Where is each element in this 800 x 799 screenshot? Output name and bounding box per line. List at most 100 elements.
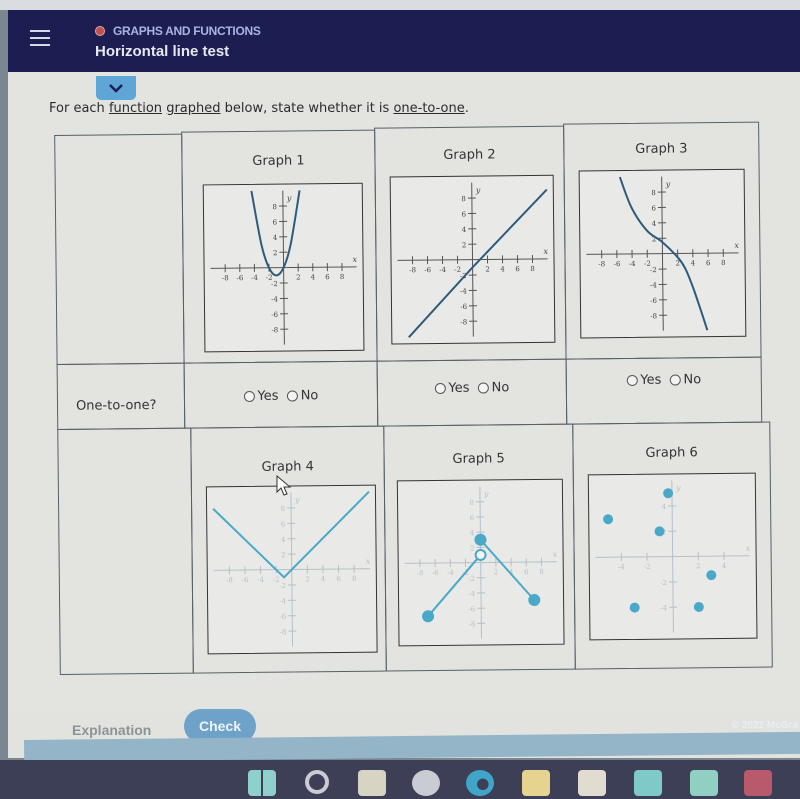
radio-icon <box>477 382 489 394</box>
graph-1-no-radio[interactable]: No <box>286 388 318 403</box>
closed-endpoint <box>474 533 487 546</box>
y-tick-label: -2 <box>279 582 286 590</box>
data-point <box>629 602 640 613</box>
graph-2: -8 -6 -4 -2 2 4 6 8 -8 -6 -4 -2 2 4 6 8 x y <box>389 174 556 345</box>
x-tick-label: 8 <box>539 568 544 576</box>
x-tick-label: 8 <box>721 259 726 267</box>
topic-text: GRAPHS AND FUNCTIONS <box>113 24 261 38</box>
y-tick-label: 8 <box>651 189 656 197</box>
graphed-link[interactable]: graphed <box>166 101 220 116</box>
windows-start-icon[interactable] <box>248 770 276 796</box>
answer-options-3: Yes No <box>567 372 761 391</box>
edge-browser-icon[interactable] <box>466 770 494 796</box>
x-tick-label: 4 <box>691 259 696 267</box>
row-label-cell: One-to-one? <box>56 362 186 430</box>
y-axis-label: y <box>294 495 300 504</box>
x-tick-label: 4 <box>500 265 505 273</box>
x-tick-label: 2 <box>494 568 499 576</box>
row-header-empty-2 <box>57 427 194 675</box>
graph-1-plot: -8 -6 -4 -2 2 4 6 8-8-6-4-22468xy <box>210 190 358 345</box>
x-tick-label: -8 <box>222 274 229 282</box>
graph-2-yes-radio[interactable]: Yes <box>434 381 470 396</box>
y-tick-label: -2 <box>650 266 657 274</box>
x-tick-label: -8 <box>226 576 233 584</box>
open-endpoint <box>474 548 487 561</box>
x-tick-label: -2 <box>644 563 651 571</box>
mail-icon[interactable] <box>634 770 662 796</box>
collapse-button[interactable] <box>96 76 136 100</box>
graph-2-plot: -8 -6 -4 -2 2 4 6 8-8-6-4-22468xy <box>397 182 548 338</box>
launcher-l-icon[interactable] <box>690 770 718 796</box>
y-axis-label: y <box>665 180 671 189</box>
x-tick-label: 8 <box>530 265 535 273</box>
graph-3-no-radio[interactable]: No <box>669 372 701 387</box>
graph-6: -4-224-4-224xy <box>587 472 758 641</box>
y-tick-label: 6 <box>281 520 286 528</box>
y-tick-label: 4 <box>273 234 278 242</box>
y-tick-label: -6 <box>271 311 278 319</box>
x-axis-label: x <box>746 544 751 553</box>
radio-icon <box>243 390 255 403</box>
closed-endpoint <box>528 593 541 606</box>
closed-endpoint <box>422 610 435 623</box>
graphs-table: Graph 1 -8 -6 -4 -2 2 4 6 8 -8 -6 -4 -2 2 4 6 8 x y Graph… <box>54 109 778 686</box>
y-tick-label: -6 <box>460 303 467 311</box>
y-tick-label: 6 <box>462 210 467 218</box>
x-tick-label: -6 <box>614 260 621 268</box>
y-tick-label: -8 <box>271 326 278 334</box>
data-point <box>693 601 704 612</box>
yes-label: Yes <box>257 388 279 404</box>
y-axis-label: y <box>675 483 681 492</box>
radio-icon <box>286 390 298 402</box>
answer-options-1: Yes No <box>185 388 377 407</box>
graph-2-no-radio[interactable]: No <box>477 380 510 396</box>
graph-cell-3: Graph 3 -8 -6 -4 -2 2 4 6 8 -8 -6 -4 -2 2 4 6 8 x y <box>563 121 762 360</box>
screen: GRAPHS AND FUNCTIONS Horizontal line tes… <box>0 0 800 799</box>
y-tick-label: -2 <box>468 575 475 583</box>
hamburger-menu-icon[interactable] <box>30 30 52 48</box>
graph-cell-4: Graph 4 -8 -6 -4 -2 2 4 6 8 -8 -6 -4 -2 2 4 6 8 x y <box>190 425 387 674</box>
graph-3-plot: -8 -6 -4 -2 2 4 6 8-8-6-4-22468xy <box>586 176 739 331</box>
graph-title: Graph 3 <box>635 141 688 157</box>
explanation-button[interactable]: Explanation <box>72 722 151 738</box>
x-tick-label: -8 <box>417 569 424 577</box>
x-axis-label: x <box>543 247 548 256</box>
y-tick-label: -2 <box>660 579 667 587</box>
task-view-icon[interactable] <box>358 770 386 796</box>
x-tick-label: 6 <box>524 568 529 576</box>
y-tick-label: -6 <box>279 613 286 621</box>
row-header-empty <box>54 133 185 365</box>
x-tick-label: 6 <box>515 265 520 273</box>
graph-1: -8 -6 -4 -2 2 4 6 8 -8 -6 -4 -2 2 4 6 8 x y <box>202 182 365 353</box>
y-tick-label: -8 <box>468 620 475 628</box>
x-tick-label: -4 <box>439 266 446 274</box>
copyright-text: © 2022 McGra <box>731 720 798 731</box>
widgets-icon[interactable] <box>412 770 440 796</box>
y-tick-label: -4 <box>468 590 475 598</box>
x-tick-label: -6 <box>242 576 249 584</box>
data-point <box>706 570 717 581</box>
file-explorer-icon[interactable] <box>522 770 550 796</box>
y-tick-label: -6 <box>650 297 657 305</box>
x-axis-label: x <box>734 241 739 250</box>
x-tick-label: -8 <box>409 266 416 274</box>
y-tick-label: 6 <box>470 514 475 522</box>
x-tick-label: 8 <box>340 273 345 281</box>
microsoft-store-icon[interactable] <box>578 770 606 796</box>
graph-3-yes-radio[interactable]: Yes <box>626 373 661 388</box>
answer-options-2: Yes No <box>378 380 566 399</box>
answer-cell-3: Yes No <box>565 356 763 425</box>
yes-label: Yes <box>640 372 662 388</box>
graph-1-yes-radio[interactable]: Yes <box>243 388 279 404</box>
function-curve <box>408 188 548 338</box>
search-icon[interactable] <box>305 770 329 794</box>
function-link[interactable]: function <box>109 101 162 116</box>
y-tick-label: 4 <box>281 536 286 544</box>
no-label: No <box>491 380 510 396</box>
x-tick-label: 6 <box>706 259 711 267</box>
taskbar <box>0 760 800 799</box>
graph-title: Graph 5 <box>452 451 505 467</box>
graph-4: -8 -6 -4 -2 2 4 6 8 -8 -6 -4 -2 2 4 6 8 x y <box>205 484 378 655</box>
mcafee-icon[interactable] <box>744 770 772 796</box>
x-tick-label: 2 <box>696 562 701 570</box>
